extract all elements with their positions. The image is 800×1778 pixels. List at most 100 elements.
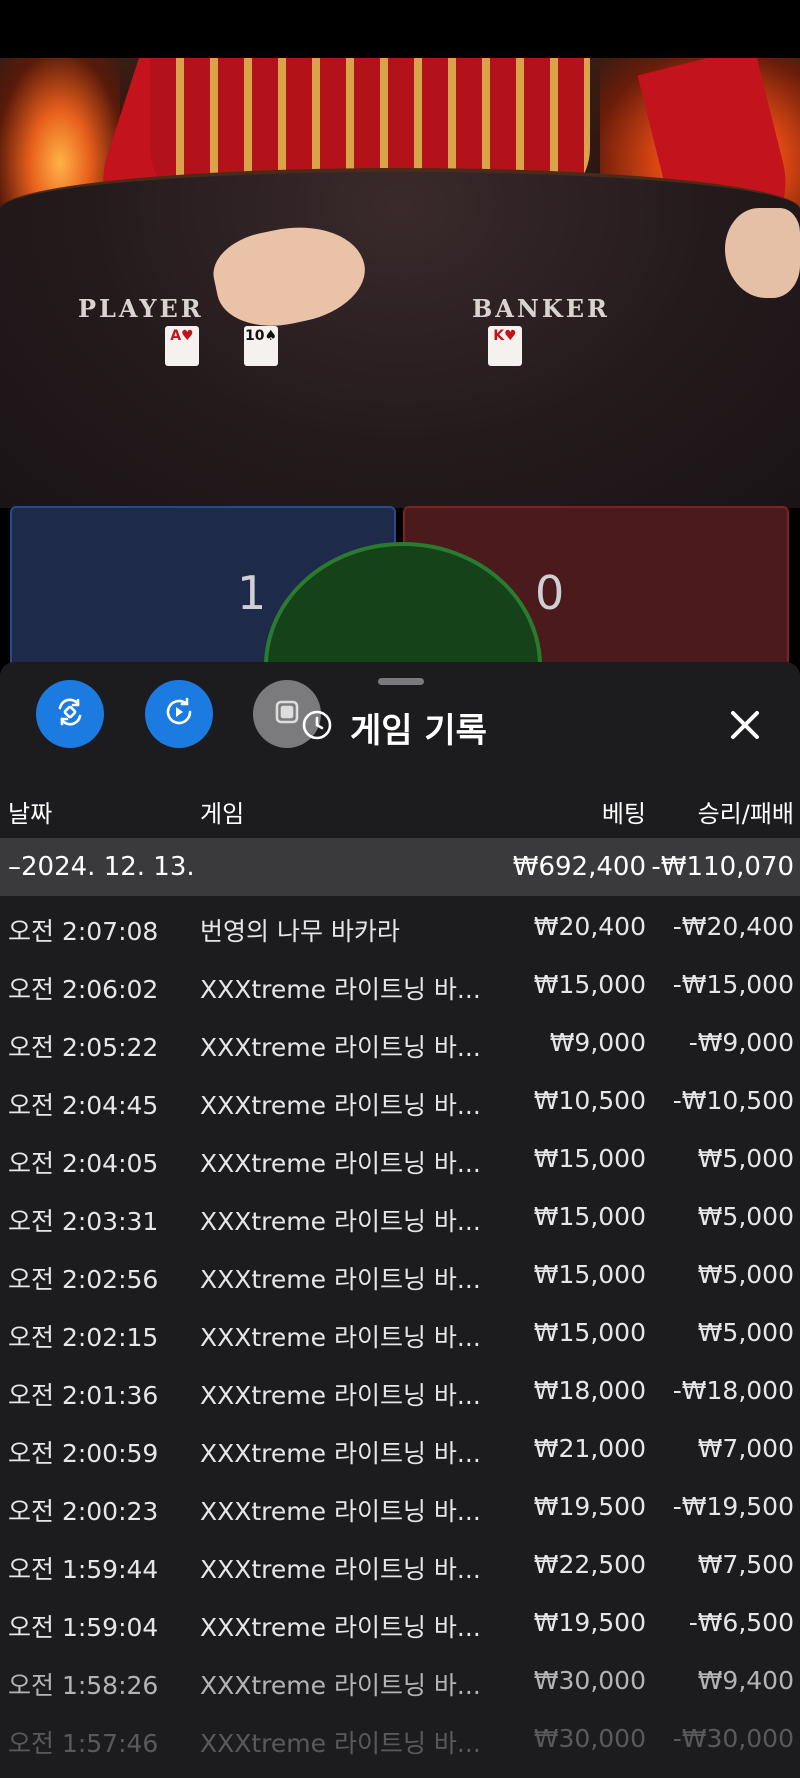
row-time: 오전 2:04:45 — [8, 1091, 159, 1120]
banker-card-1: K♥ — [488, 326, 522, 366]
row-bet: ₩15,000 — [533, 1202, 646, 1231]
row-bet: ₩22,500 — [533, 1550, 646, 1579]
row-bet: ₩19,500 — [533, 1608, 646, 1637]
history-row[interactable]: 오전 2:02:15 XXXtreme 라이트닝 바... ₩15,000 ₩5,00… — [0, 1302, 800, 1360]
rotate-button[interactable] — [36, 680, 104, 748]
row-time: 오전 2:00:59 — [8, 1439, 159, 1468]
row-result: ₩5,000 — [697, 1260, 794, 1289]
history-row[interactable]: 오전 2:03:31 XXXtreme 라이트닝 바... ₩15,000 ₩5,00… — [0, 1186, 800, 1244]
history-row[interactable]: 오전 1:57:46 XXXtreme 라이트닝 바... ₩30,000 -₩30,… — [0, 1708, 800, 1766]
row-result: -₩30,000 — [672, 1724, 794, 1753]
row-result: -₩18,000 — [672, 1376, 794, 1405]
row-bet: ₩9,000 — [549, 1028, 646, 1057]
row-game: XXXtreme 라이트닝 바... — [200, 1091, 481, 1120]
row-bet: ₩30,000 — [533, 1724, 646, 1753]
replay-button[interactable] — [145, 680, 213, 748]
row-game: XXXtreme 라이트닝 바... — [200, 1671, 481, 1700]
column-result: 승리/패배 — [697, 800, 794, 828]
row-result: -₩19,500 — [672, 1492, 794, 1521]
row-game: 번영의 나무 바카라 — [200, 917, 400, 946]
status-bar — [0, 0, 800, 58]
row-time: 오전 2:02:56 — [8, 1265, 159, 1294]
row-time: 오전 2:01:36 — [8, 1381, 159, 1410]
row-bet: ₩21,000 — [533, 1434, 646, 1463]
row-game: XXXtreme 라이트닝 바... — [200, 1497, 481, 1526]
player-count: 1 — [237, 566, 267, 620]
row-game: XXXtreme 라이트닝 바... — [200, 1323, 481, 1352]
player-card-1: A♥ — [165, 326, 199, 366]
row-result: ₩9,400 — [697, 1666, 794, 1695]
row-game: XXXtreme 라이트닝 바... — [200, 1729, 481, 1758]
row-time: 오전 2:02:15 — [8, 1323, 159, 1352]
game-history-sheet: 게임 기록 날짜 게임 베팅 승리/패배 –2024. 12. 13. ₩692… — [0, 662, 800, 1778]
rotate-icon — [52, 694, 88, 734]
row-time: 오전 1:57:46 — [8, 1729, 159, 1758]
table-header: 날짜 게임 베팅 승리/패배 — [0, 782, 800, 832]
summary-result-total: -₩110,070 — [651, 852, 794, 882]
date-summary-row[interactable]: –2024. 12. 13. ₩692,400 -₩110,070 — [0, 838, 800, 896]
history-row[interactable]: 오전 2:05:22 XXXtreme 라이트닝 바... ₩9,000 -₩9,00… — [0, 1012, 800, 1070]
row-game: XXXtreme 라이트닝 바... — [200, 1381, 481, 1410]
player-card-2: 10♠ — [244, 326, 278, 366]
sheet-title: 게임 기록 — [350, 710, 487, 751]
row-result: -₩9,000 — [688, 1028, 794, 1057]
row-result: -₩20,400 — [672, 912, 794, 941]
history-row[interactable]: 오전 2:04:05 XXXtreme 라이트닝 바... ₩15,000 ₩5,00… — [0, 1128, 800, 1186]
column-game: 게임 — [200, 800, 245, 828]
baccarat-table — [0, 168, 800, 508]
row-result: -₩10,500 — [672, 1086, 794, 1115]
row-time: 오전 2:06:02 — [8, 975, 159, 1004]
column-bet: 베팅 — [601, 800, 646, 828]
row-time: 오전 2:04:05 — [8, 1149, 159, 1178]
row-time: 오전 1:58:26 — [8, 1671, 159, 1700]
row-result: ₩7,500 — [697, 1550, 794, 1579]
replay-icon — [161, 694, 197, 734]
history-row[interactable]: 오전 1:59:04 XXXtreme 라이트닝 바... ₩19,500 -₩6,5… — [0, 1592, 800, 1650]
table-banker-label: BANKER — [472, 294, 610, 323]
row-result: -₩6,500 — [688, 1608, 794, 1637]
row-game: XXXtreme 라이트닝 바... — [200, 1207, 481, 1236]
history-row[interactable]: 오전 2:04:45 XXXtreme 라이트닝 바... ₩10,500 -₩10,… — [0, 1070, 800, 1128]
row-bet: ₩10,500 — [533, 1086, 646, 1115]
history-row[interactable]: 오전 2:01:36 XXXtreme 라이트닝 바... ₩18,000 -₩18,… — [0, 1360, 800, 1418]
row-time: 오전 2:05:22 — [8, 1033, 159, 1062]
row-time: 오전 2:00:23 — [8, 1497, 159, 1526]
banker-count: 0 — [535, 566, 565, 620]
history-row[interactable]: 오전 2:06:02 XXXtreme 라이트닝 바... ₩15,000 -₩15,… — [0, 954, 800, 1012]
summary-bet-total: ₩692,400 — [512, 852, 646, 882]
row-bet: ₩18,000 — [533, 1376, 646, 1405]
row-bet: ₩15,000 — [533, 1260, 646, 1289]
row-bet: ₩15,000 — [533, 970, 646, 999]
sheet-drag-handle[interactable] — [378, 678, 424, 685]
close-icon — [728, 708, 762, 746]
row-time: 오전 2:03:31 — [8, 1207, 159, 1236]
row-bet: ₩19,500 — [533, 1492, 646, 1521]
summary-date: –2024. 12. 13. — [8, 852, 195, 882]
row-game: XXXtreme 라이트닝 바... — [200, 1555, 481, 1584]
row-game: XXXtreme 라이트닝 바... — [200, 1265, 481, 1294]
history-row[interactable]: 오전 2:00:59 XXXtreme 라이트닝 바... ₩21,000 ₩7,00… — [0, 1418, 800, 1476]
row-time: 오전 2:07:08 — [8, 917, 159, 946]
row-time: 오전 1:59:44 — [8, 1555, 159, 1584]
history-list: 오전 2:07:08 번영의 나무 바카라 ₩20,400 -₩20,400 오전 2… — [0, 896, 800, 1766]
history-row[interactable]: 오전 1:58:26 XXXtreme 라이트닝 바... ₩30,000 ₩9,40… — [0, 1650, 800, 1708]
live-video: PLAYER BANKER A♥ 10♠ K♥ — [0, 58, 800, 508]
sheet-header: 게임 기록 — [300, 702, 487, 752]
history-row[interactable]: 오전 2:00:23 XXXtreme 라이트닝 바... ₩19,500 -₩19,… — [0, 1476, 800, 1534]
row-game: XXXtreme 라이트닝 바... — [200, 1439, 481, 1468]
table-player-label: PLAYER — [78, 294, 204, 323]
history-row[interactable]: 오전 1:59:44 XXXtreme 라이트닝 바... ₩22,500 ₩7,50… — [0, 1534, 800, 1592]
history-row[interactable]: 오전 2:02:56 XXXtreme 라이트닝 바... ₩15,000 ₩5,00… — [0, 1244, 800, 1302]
history-clock-icon — [300, 708, 334, 746]
row-game: XXXtreme 라이트닝 바... — [200, 1149, 481, 1178]
history-row[interactable]: 오전 2:07:08 번영의 나무 바카라 ₩20,400 -₩20,400 — [0, 896, 800, 954]
column-date: 날짜 — [8, 800, 53, 828]
row-game: XXXtreme 라이트닝 바... — [200, 975, 481, 1004]
row-bet: ₩30,000 — [533, 1666, 646, 1695]
row-bet: ₩20,400 — [533, 912, 646, 941]
row-result: -₩15,000 — [672, 970, 794, 999]
row-bet: ₩15,000 — [533, 1318, 646, 1347]
row-bet: ₩15,000 — [533, 1144, 646, 1173]
row-time: 오전 1:59:04 — [8, 1613, 159, 1642]
close-button[interactable] — [722, 704, 768, 750]
